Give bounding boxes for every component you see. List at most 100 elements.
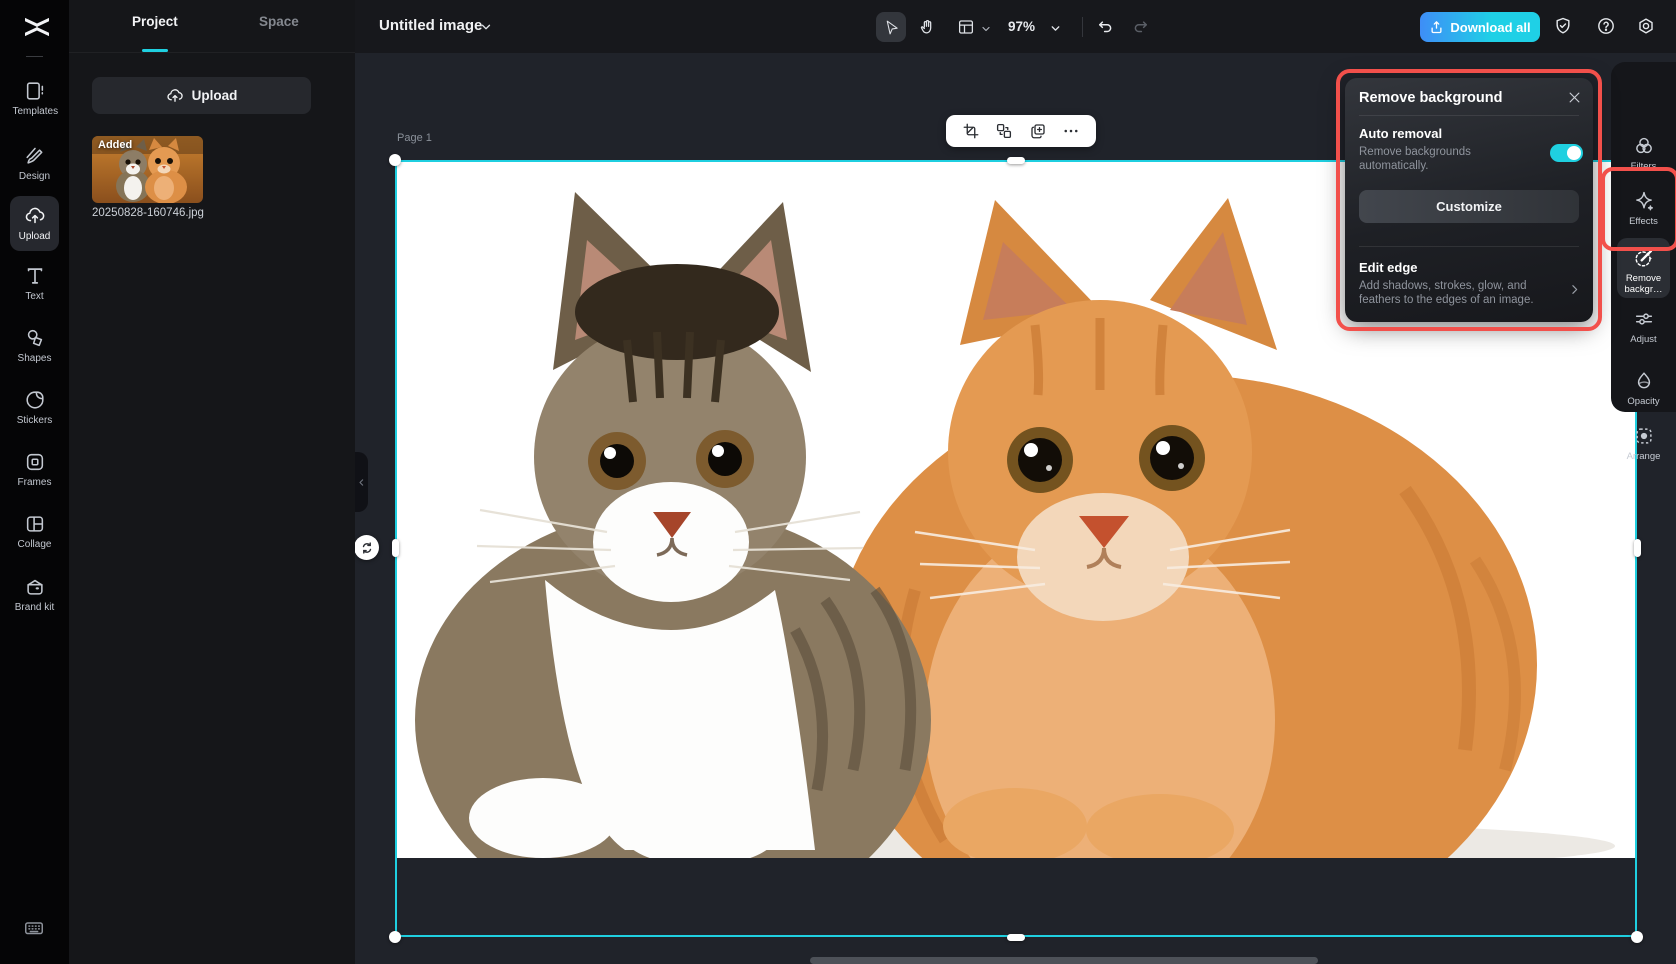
rotate-icon	[360, 541, 374, 555]
upload-cloud-icon	[166, 87, 184, 105]
keyboard-shortcuts-button[interactable]	[23, 917, 45, 939]
frames-icon	[24, 451, 46, 473]
sidebar-item-design[interactable]: Design	[0, 145, 69, 182]
selection-handle-top-middle[interactable]	[1007, 157, 1025, 164]
canvas-layout-button[interactable]	[951, 12, 981, 42]
close-icon	[1567, 90, 1582, 105]
safety-shield-button[interactable]	[1548, 11, 1578, 41]
tab-divider	[69, 52, 355, 53]
download-all-button[interactable]: Download all	[1420, 12, 1540, 42]
close-panel-button[interactable]	[1567, 90, 1582, 105]
filters-icon	[1633, 135, 1655, 157]
panel-collapse-button[interactable]	[355, 452, 368, 512]
zoom-chevron-down-icon[interactable]	[1049, 22, 1062, 35]
sidebar-item-frames[interactable]: Frames	[0, 451, 69, 488]
select-tool-button[interactable]	[876, 12, 906, 42]
edit-edge-button[interactable]	[1568, 283, 1581, 296]
page-label: Page 1	[397, 132, 432, 144]
remove-background-panel: Remove background Auto removal Remove ba…	[1345, 78, 1593, 322]
title-chevron-down-icon[interactable]	[479, 20, 493, 34]
tabby-cat	[415, 192, 931, 858]
edit-edge-description: Add shadows, strokes, glow, and feathers…	[1359, 280, 1545, 307]
tool-arrange[interactable]: Arrange	[1611, 425, 1676, 462]
added-badge: Added	[98, 139, 132, 151]
download-icon	[1429, 20, 1444, 35]
shield-check-icon	[1553, 16, 1573, 36]
sidebar-item-stickers[interactable]: Stickers	[0, 389, 69, 426]
duplicate-icon	[1029, 122, 1047, 140]
settings-button[interactable]	[1631, 11, 1661, 41]
horizontal-scrollbar[interactable]	[810, 957, 1318, 964]
auto-removal-title: Auto removal	[1359, 126, 1442, 141]
capcut-logo[interactable]	[21, 11, 53, 43]
redo-button[interactable]	[1126, 12, 1156, 42]
media-item-filename: 20250828-160746.jpg	[92, 207, 322, 219]
auto-removal-description: Remove backgrounds automatically.	[1359, 146, 1509, 173]
duplicate-button[interactable]	[1029, 122, 1047, 140]
crop-button[interactable]	[962, 122, 980, 140]
brand-kit-icon	[24, 576, 46, 598]
hand-icon	[918, 18, 936, 36]
replace-icon	[995, 122, 1013, 140]
selection-handle-bottom-left[interactable]	[389, 931, 401, 943]
upload-cloud-icon	[24, 205, 46, 227]
top-bar: Untitled image 97% Download all	[355, 0, 1676, 53]
sidebar-item-upload[interactable]: Upload	[0, 205, 69, 242]
cursor-icon	[883, 19, 900, 36]
tool-filters[interactable]: Filters	[1611, 135, 1676, 172]
image-toolbar	[946, 115, 1096, 147]
tab-space[interactable]: Space	[259, 14, 299, 29]
opacity-drop-icon	[1633, 370, 1655, 392]
adjust-sliders-icon	[1633, 308, 1655, 330]
arrange-icon	[1633, 425, 1655, 447]
text-icon	[24, 265, 46, 287]
shapes-icon	[24, 327, 46, 349]
layout-chevron-down-icon[interactable]	[980, 23, 992, 35]
design-icon	[24, 145, 46, 167]
media-panel: Project Space Upload	[69, 0, 355, 964]
stickers-icon	[24, 389, 46, 411]
panel-divider	[1359, 246, 1579, 247]
upload-button[interactable]: Upload	[92, 77, 311, 114]
sidebar-item-shapes[interactable]: Shapes	[0, 327, 69, 364]
tool-effects[interactable]: Effects	[1611, 190, 1676, 227]
sidebar-item-text[interactable]: Text	[0, 265, 69, 302]
settings-gear-icon	[1636, 16, 1656, 36]
tab-project[interactable]: Project	[132, 14, 178, 29]
replace-button[interactable]	[995, 122, 1013, 140]
effects-icon	[1633, 190, 1655, 212]
selection-handle-bottom-middle[interactable]	[1007, 934, 1025, 941]
tool-adjust[interactable]: Adjust	[1611, 308, 1676, 345]
undo-button[interactable]	[1090, 12, 1120, 42]
selection-handle-right-middle[interactable]	[1634, 539, 1641, 557]
toolbar-divider	[1082, 17, 1083, 37]
help-button[interactable]	[1591, 11, 1621, 41]
chevron-left-icon	[357, 478, 366, 487]
more-options-button[interactable]	[1062, 122, 1080, 140]
edit-tools-strip: Filters Effects Remove backgr… Adjust Op…	[1611, 62, 1676, 412]
hand-tool-button[interactable]	[912, 12, 942, 42]
rotate-handle[interactable]	[354, 535, 379, 560]
selection-handle-top-left[interactable]	[389, 154, 401, 166]
toggle-knob	[1567, 146, 1581, 160]
document-title[interactable]: Untitled image	[379, 17, 482, 34]
sidebar-item-brand-kit[interactable]: Brand kit	[0, 576, 69, 613]
selection-handle-left-middle[interactable]	[392, 539, 399, 557]
sidebar-item-templates[interactable]: Templates	[0, 80, 69, 117]
tool-opacity[interactable]: Opacity	[1611, 370, 1676, 407]
help-icon	[1596, 16, 1616, 36]
more-icon	[1062, 122, 1080, 140]
media-item-thumbnail[interactable]: Added	[92, 136, 203, 203]
chevron-right-icon	[1568, 283, 1581, 296]
templates-icon	[24, 80, 46, 102]
app-sidebar: Templates Design Upload Text Shapes Stic…	[0, 0, 69, 964]
tool-remove-background[interactable]: Remove backgr…	[1611, 247, 1676, 295]
sidebar-divider	[26, 56, 43, 57]
panel-divider	[1359, 115, 1579, 116]
zoom-level[interactable]: 97%	[1008, 19, 1035, 34]
customize-button[interactable]: Customize	[1359, 190, 1579, 223]
auto-removal-toggle[interactable]	[1550, 144, 1583, 162]
sidebar-item-collage[interactable]: Collage	[0, 513, 69, 550]
selection-handle-bottom-right[interactable]	[1631, 931, 1643, 943]
crop-icon	[962, 122, 980, 140]
